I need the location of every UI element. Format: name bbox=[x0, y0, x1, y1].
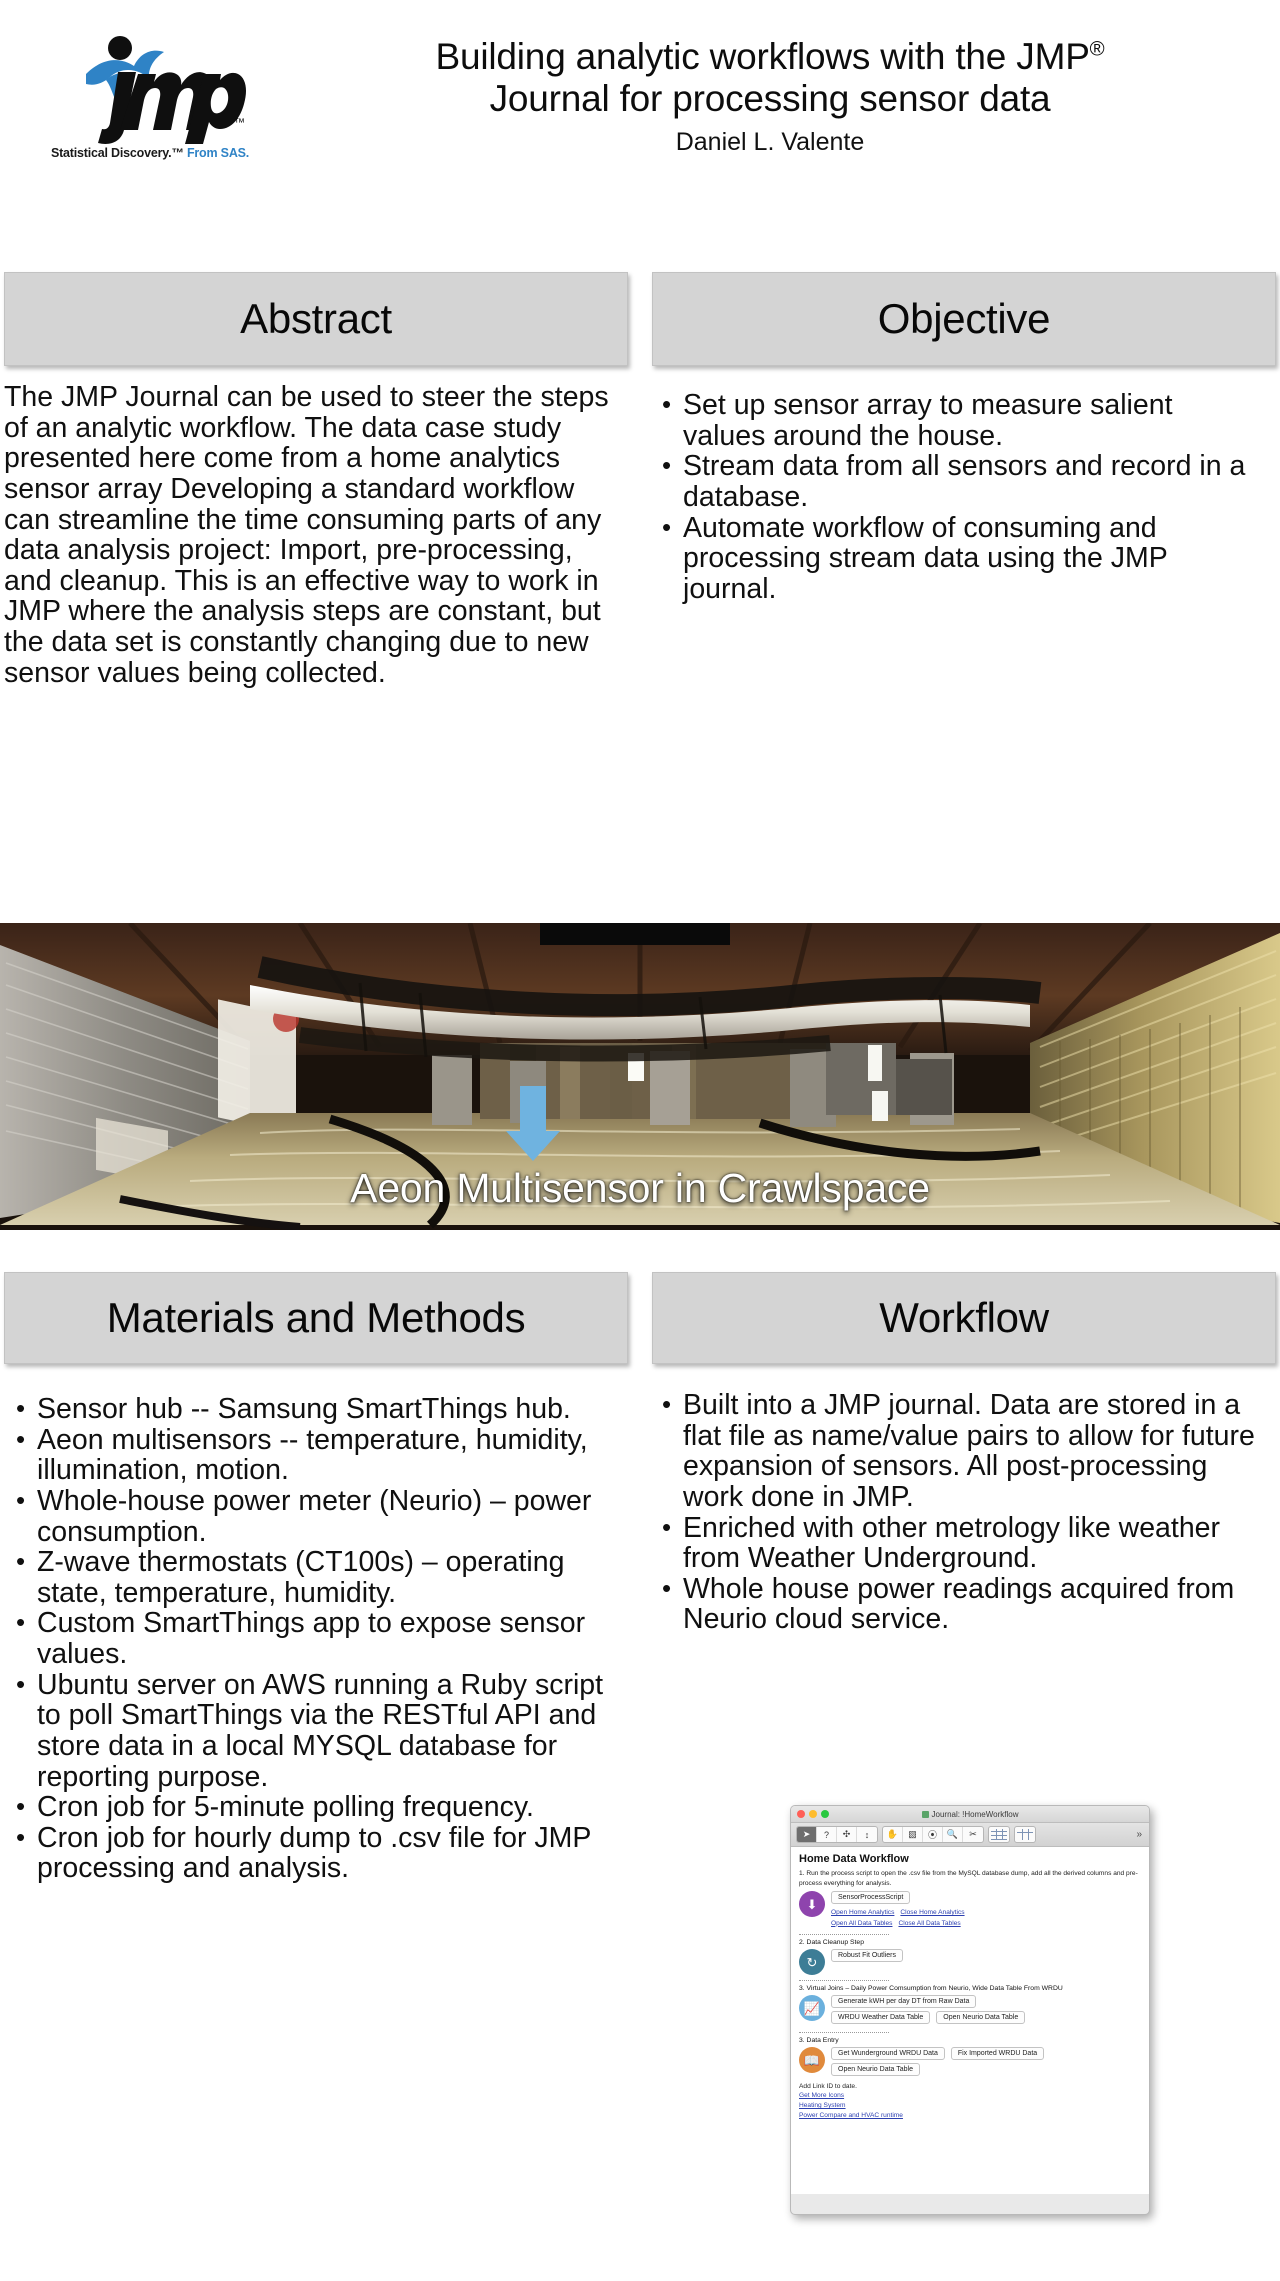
jmp-logo: ™ Statistical Discovery.™ From SAS. bbox=[0, 0, 300, 160]
crosshair-tool-icon[interactable]: ✣ bbox=[837, 1827, 857, 1842]
robust-fit-outliers-button[interactable]: Robust Fit Outliers bbox=[831, 1949, 903, 1963]
journal-divider bbox=[799, 2032, 889, 2034]
jmp-journal-screenshot: Journal: !HomeWorkflow ➤ ? ✣ ↕ ✋ ▧ ⦿ 🔍 ✂ bbox=[790, 1805, 1150, 2215]
wrdu-weather-data-table-button[interactable]: WRDU Weather Data Table bbox=[831, 2011, 931, 2025]
journal-step3-row: 📈 Generate kWH per day DT from Raw Data … bbox=[799, 1995, 1141, 2027]
title-line-2: Journal for processing sensor data bbox=[489, 78, 1051, 120]
journal-step1-text: 1. Run the process script to open the .c… bbox=[799, 1870, 1138, 1887]
list-item: Custom SmartThings app to expose sensor … bbox=[10, 1608, 610, 1669]
journal-window-title: Journal: !HomeWorkflow bbox=[791, 1810, 1149, 1819]
journal-step2-row: ↻ Robust Fit Outliers bbox=[799, 1949, 1141, 1976]
journal-step2-title: 2. Data Cleanup Step bbox=[799, 1939, 864, 1947]
list-item: Cron job for 5-minute polling frequency. bbox=[10, 1792, 610, 1823]
data-table-grid-icon[interactable] bbox=[988, 1826, 1010, 1843]
generate-kwh-button[interactable]: Generate kWH per day DT from Raw Data bbox=[831, 1995, 977, 2009]
list-item: Sensor hub -- Samsung SmartThings hub. bbox=[10, 1394, 610, 1425]
objective-heading: Objective bbox=[877, 295, 1051, 342]
list-item: Whole house power readings acquired from… bbox=[656, 1573, 1264, 1635]
journal-toolbar: ➤ ? ✣ ↕ ✋ ▧ ⦿ 🔍 ✂ » bbox=[791, 1823, 1149, 1847]
objective-header-bar: Objective bbox=[652, 272, 1276, 366]
list-item: Z-wave thermostats (CT100s) – operating … bbox=[10, 1547, 610, 1608]
journal-window-title-text: Journal: !HomeWorkflow bbox=[931, 1809, 1019, 1819]
heating-system-link[interactable]: Heating System bbox=[799, 2101, 1135, 2111]
toolbar-group-tools: ✋ ▧ ⦿ 🔍 ✂ bbox=[882, 1826, 984, 1843]
open-home-analytics-link[interactable]: Open Home Analytics bbox=[831, 1909, 894, 1916]
refresh-cycle-icon: ↻ bbox=[799, 1949, 825, 1976]
list-item: Stream data from all sensors and record … bbox=[656, 451, 1262, 512]
resize-tool-icon[interactable]: ↕ bbox=[857, 1827, 877, 1842]
journal-note: Add Link ID to date. bbox=[799, 2083, 857, 2091]
line-chart-icon: 📈 bbox=[799, 1995, 825, 2022]
page-title: Building analytic workflows with the JMP… bbox=[300, 36, 1240, 120]
brush-tool-icon[interactable]: ▧ bbox=[903, 1827, 923, 1842]
toolbar-overflow-chevron-icon[interactable]: » bbox=[1136, 1829, 1144, 1840]
journal-step1-row: ⬇ SensorProcessScript Open Home Analytic… bbox=[799, 1891, 1141, 1929]
jmp-tagline-dark: Statistical Discovery.™ bbox=[50, 146, 184, 160]
poster-root: ™ Statistical Discovery.™ From SAS. Buil… bbox=[0, 0, 1280, 2281]
abstract-header-bar: Abstract bbox=[4, 272, 628, 366]
title-line-1: Building analytic workflows with the JMP bbox=[435, 36, 1090, 77]
workflow-bullet-list: Built into a JMP journal. Data are store… bbox=[656, 1390, 1264, 1635]
materials-header-bar: Materials and Methods bbox=[4, 1272, 628, 1364]
arrow-tool-icon[interactable]: ➤ bbox=[797, 1827, 817, 1842]
jmp-logo-tagline: Statistical Discovery.™ From SAS. bbox=[51, 146, 249, 160]
materials-bullet-list: Sensor hub -- Samsung SmartThings hub. A… bbox=[10, 1394, 610, 1884]
workflow-heading: Workflow bbox=[879, 1294, 1049, 1341]
title-block: Building analytic workflows with the JMP… bbox=[300, 0, 1280, 157]
list-item: Built into a JMP journal. Data are store… bbox=[656, 1390, 1264, 1513]
poster-header: ™ Statistical Discovery.™ From SAS. Buil… bbox=[0, 0, 1280, 248]
materials-heading: Materials and Methods bbox=[106, 1294, 526, 1341]
close-home-analytics-link[interactable]: Close Home Analytics bbox=[900, 1909, 964, 1916]
journal-step4-title: 3. Data Entry bbox=[799, 2037, 839, 2045]
list-item: Aeon multisensors -- temperature, humidi… bbox=[10, 1424, 610, 1486]
column-panel-icon[interactable] bbox=[1014, 1826, 1036, 1843]
list-item: Enriched with other metrology like weath… bbox=[656, 1512, 1264, 1574]
journal-step4-row: 📖 Get Wunderground WRDU Data Fix Importe… bbox=[799, 2047, 1141, 2079]
question-tool-icon[interactable]: ? bbox=[817, 1827, 837, 1842]
journal-divider bbox=[799, 1980, 889, 1982]
list-item: Set up sensor array to measure salient v… bbox=[656, 390, 1262, 451]
fix-imported-wrdu-data-button[interactable]: Fix Imported WRDU Data bbox=[950, 2047, 1045, 2061]
close-all-data-tables-link[interactable]: Close All Data Tables bbox=[898, 1920, 960, 1927]
toolbar-group-select: ➤ ? ✣ ↕ bbox=[796, 1826, 878, 1843]
journal-content: Home Data Workflow 1. Run the process sc… bbox=[791, 1847, 1149, 2194]
journal-icon bbox=[921, 1810, 929, 1818]
sensor-process-script-button[interactable]: SensorProcessScript bbox=[831, 1891, 911, 1905]
power-compare-hvac-runtime-link[interactable]: Power Compare and HVAC runtime bbox=[799, 2111, 1135, 2121]
journal-divider bbox=[799, 1934, 889, 1936]
list-item: Whole-house power meter (Neurio) – power… bbox=[10, 1485, 610, 1547]
hand-tool-icon[interactable]: ✋ bbox=[883, 1827, 903, 1842]
registered-mark-icon: ® bbox=[1089, 38, 1105, 61]
get-wunderground-wrdu-data-button[interactable]: Get Wunderground WRDU Data bbox=[831, 2047, 945, 2061]
jmp-wordmark-icon: ™ bbox=[85, 36, 246, 144]
journal-heading: Home Data Workflow bbox=[799, 1853, 909, 1865]
jmp-logo-mark: ™ bbox=[48, 22, 253, 144]
open-neurio-data-table-button-2[interactable]: Open Neurio Data Table bbox=[831, 2063, 920, 2077]
abstract-heading: Abstract bbox=[240, 295, 392, 342]
jmp-tagline-blue: From SAS. bbox=[186, 146, 250, 160]
journal-step1-links: Open Home Analytics Close Home Analytics … bbox=[831, 1908, 971, 1929]
get-more-icons-link[interactable]: Get More Icons bbox=[799, 2091, 1135, 2101]
journal-window-titlebar: Journal: !HomeWorkflow bbox=[791, 1806, 1149, 1823]
list-item: Ubuntu server on AWS running a Ruby scri… bbox=[10, 1669, 610, 1793]
lasso-tool-icon[interactable]: ⦿ bbox=[923, 1827, 943, 1842]
open-book-icon: 📖 bbox=[799, 2047, 825, 2074]
list-item: Automate workflow of consuming and proce… bbox=[656, 512, 1262, 605]
author-name: Daniel L. Valente bbox=[675, 128, 865, 157]
objective-bullet-list: Set up sensor array to measure salient v… bbox=[656, 390, 1262, 604]
open-neurio-data-table-button[interactable]: Open Neurio Data Table bbox=[936, 2011, 1026, 2025]
list-item: Cron job for hourly dump to .csv file fo… bbox=[10, 1822, 610, 1884]
abstract-body: The JMP Journal can be used to steer the… bbox=[4, 381, 609, 689]
download-arrow-icon: ⬇ bbox=[799, 1891, 825, 1918]
magnifier-tool-icon[interactable]: 🔍 bbox=[943, 1827, 963, 1842]
journal-footer-links: Get More Icons Heating System Power Comp… bbox=[799, 2091, 1141, 2121]
crawlspace-photo: Aeon Multisensor in Crawlspace bbox=[0, 923, 1280, 1230]
svg-text:™: ™ bbox=[234, 117, 245, 129]
photo-caption: Aeon Multisensor in Crawlspace bbox=[350, 1165, 930, 1211]
scissors-tool-icon[interactable]: ✂ bbox=[963, 1827, 983, 1842]
open-all-data-tables-link[interactable]: Open All Data Tables bbox=[831, 1920, 892, 1927]
journal-step3-title: 3. Virtual Joins – Daily Power Comsumpti… bbox=[799, 1985, 1063, 1993]
workflow-header-bar: Workflow bbox=[652, 1272, 1276, 1364]
